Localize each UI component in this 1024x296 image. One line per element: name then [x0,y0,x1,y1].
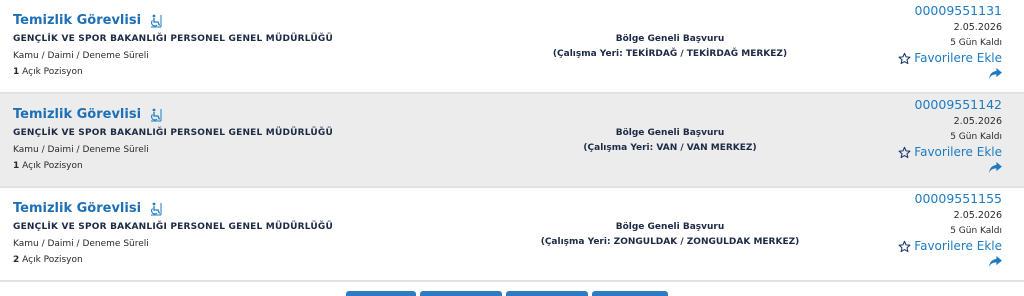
days-left: 5 Gün Kaldı [950,38,1002,48]
listing-summary: Temizlik Görevlisi GENÇLİK VE SPOR BAKAN… [13,10,333,78]
share-button[interactable] [842,256,1002,267]
star-outline-icon [898,240,911,252]
employment-type: Kamu / Daimi / Deneme Süreli [13,145,149,155]
application-type: Bölge Geneli Başvuru [615,34,725,44]
work-location: (Çalışma Yeri: TEKİRDAĞ / TEKİRDAĞ MERKE… [552,49,788,59]
pagination-button[interactable] [592,291,668,296]
favorites-label: Favorilere Ekle [914,51,1002,65]
open-positions: 2 Açık Pozisyon [13,255,333,265]
employment-type: Kamu / Daimi / Deneme Süreli [13,239,149,249]
title-line: Temizlik Görevlisi [13,104,333,124]
title-line: Temizlik Görevlisi [13,10,333,30]
work-location: (Çalışma Yeri: ZONGULDAK / ZONGULDAK MER… [540,237,800,247]
listing-meta: 00009551155 2.05.2026 5 Gün Kaldı Favori… [842,191,1002,267]
open-positions: 1 Açık Pozisyon [13,67,333,77]
title-line: Temizlik Görevlisi [13,198,333,218]
work-location: (Çalışma Yeri: VAN / VAN MERKEZ) [583,143,757,153]
wheelchair-icon [149,13,163,28]
listing-summary: Temizlik Görevlisi GENÇLİK VE SPOR BAKAN… [13,198,333,266]
listing-location-block: Bölge Geneli Başvuru (Çalışma Yeri: ZONG… [470,222,870,247]
listing-meta: 00009551131 2.05.2026 5 Gün Kaldı Favori… [842,3,1002,79]
listing-summary: Temizlik Görevlisi GENÇLİK VE SPOR BAKAN… [13,104,333,172]
star-outline-icon [898,146,911,158]
organization-name: GENÇLİK VE SPOR BAKANLIĞI PERSONEL GENEL… [13,222,333,232]
job-title-link[interactable]: Temizlik Görevlisi [13,13,141,28]
share-arrow-icon [989,68,1002,79]
job-listing-list: Temizlik Görevlisi GENÇLİK VE SPOR BAKAN… [0,0,1024,296]
add-to-favorites-button[interactable]: Favorilere Ekle [842,145,1002,159]
add-to-favorites-button[interactable]: Favorilere Ekle [842,239,1002,253]
open-positions: 1 Açık Pozisyon [13,161,333,171]
listing-location-block: Bölge Geneli Başvuru (Çalışma Yeri: TEKİ… [470,34,870,59]
pagination-button[interactable] [420,291,502,296]
pagination-button[interactable] [346,291,416,296]
add-to-favorites-button[interactable]: Favorilere Ekle [842,51,1002,65]
listing-row[interactable]: Temizlik Görevlisi GENÇLİK VE SPOR BAKAN… [0,94,1024,188]
organization-name: GENÇLİK VE SPOR BAKANLIĞI PERSONEL GENEL… [13,128,333,138]
listing-date: 2.05.2026 [953,116,1002,127]
days-left: 5 Gün Kaldı [950,226,1002,236]
listing-number[interactable]: 00009551131 [842,3,1002,18]
share-button[interactable] [842,68,1002,79]
star-outline-icon [898,52,911,64]
listing-date: 2.05.2026 [953,210,1002,221]
listing-location-block: Bölge Geneli Başvuru (Çalışma Yeri: VAN … [470,128,870,153]
share-arrow-icon [989,162,1002,173]
organization-name: GENÇLİK VE SPOR BAKANLIĞI PERSONEL GENEL… [13,34,333,44]
wheelchair-icon [149,107,163,122]
favorites-label: Favorilere Ekle [914,145,1002,159]
pagination-button[interactable] [506,291,588,296]
listing-row[interactable]: Temizlik Görevlisi GENÇLİK VE SPOR BAKAN… [0,188,1024,282]
wheelchair-icon [149,201,163,216]
open-positions-count: 1 [13,67,20,77]
job-title-link[interactable]: Temizlik Görevlisi [13,107,141,122]
listing-number[interactable]: 00009551142 [842,97,1002,112]
job-title-link[interactable]: Temizlik Görevlisi [13,201,141,216]
listing-number[interactable]: 00009551155 [842,191,1002,206]
application-type: Bölge Geneli Başvuru [615,222,725,232]
employment-type: Kamu / Daimi / Deneme Süreli [13,51,149,61]
application-type: Bölge Geneli Başvuru [615,128,725,138]
listing-date: 2.05.2026 [953,22,1002,33]
open-positions-label: Açık Pozisyon [22,67,83,77]
open-positions-count: 2 [13,255,20,265]
open-positions-count: 1 [13,161,20,171]
share-button[interactable] [842,162,1002,173]
pagination-bar [346,291,668,296]
open-positions-label: Açık Pozisyon [22,255,83,265]
open-positions-label: Açık Pozisyon [22,161,83,171]
days-left: 5 Gün Kaldı [950,132,1002,142]
listing-meta: 00009551142 2.05.2026 5 Gün Kaldı Favori… [842,97,1002,173]
share-arrow-icon [989,256,1002,267]
favorites-label: Favorilere Ekle [914,239,1002,253]
listing-row[interactable]: Temizlik Görevlisi GENÇLİK VE SPOR BAKAN… [0,0,1024,94]
